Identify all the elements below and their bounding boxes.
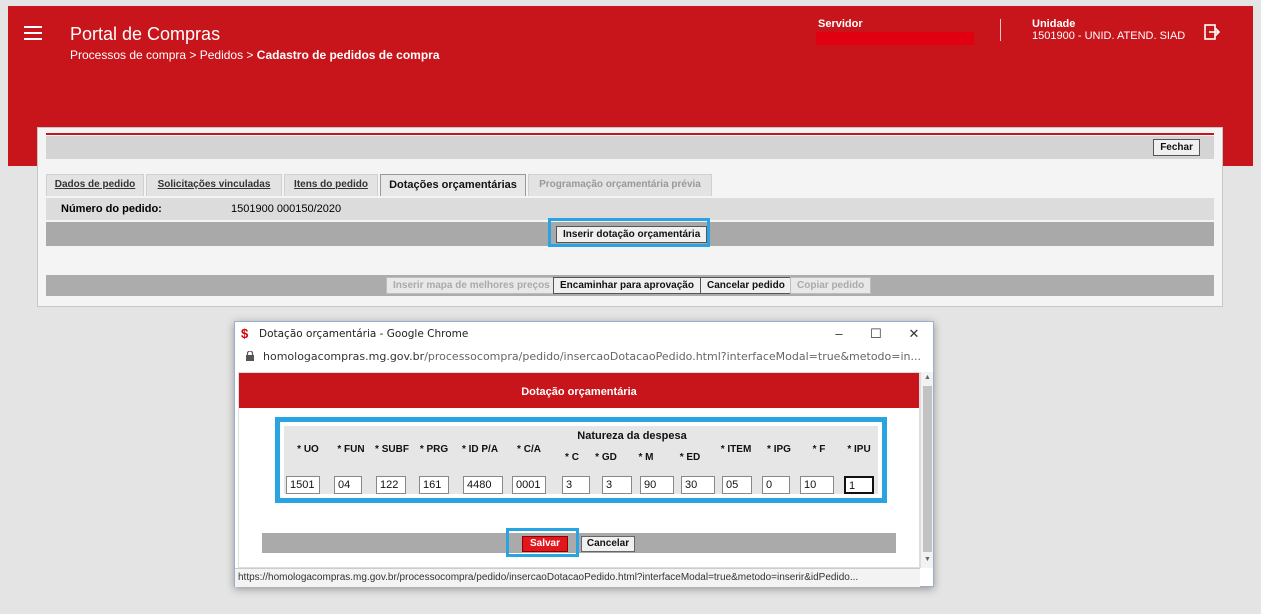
ipu-field[interactable]: 1 <box>844 476 874 494</box>
popup-url[interactable]: homologacompras.mg.gov.br/processocompra… <box>263 350 921 363</box>
col-item-header: * ITEM <box>720 444 752 455</box>
status-url: https://homologacompras.mg.gov.br/proces… <box>235 568 920 587</box>
maximize-icon[interactable]: ☐ <box>867 325 885 343</box>
tab-dados-pedido[interactable]: Dados de pedido <box>46 174 144 196</box>
hamburger-menu-icon[interactable] <box>24 26 42 40</box>
dotacao-table: * UO * FUN * SUBF * PRG * ID P/A * C/A N… <box>284 426 878 494</box>
c-field[interactable]: 3 <box>562 476 590 494</box>
tab-solicitacoes-vinculadas[interactable]: Solicitações vinculadas <box>146 174 282 196</box>
popup-titlebar[interactable]: $ Dotação orçamentária - Google Chrome –… <box>235 322 933 346</box>
fun-field[interactable]: 04 <box>334 476 362 494</box>
close-button[interactable]: Fechar <box>1153 139 1200 156</box>
minimize-icon[interactable]: – <box>830 325 848 343</box>
header-divider <box>1000 19 1001 41</box>
col-ipu-header: * IPU <box>847 444 871 455</box>
modal-action-bar <box>262 533 896 553</box>
server-label: Servidor <box>818 18 863 30</box>
app-title: Portal de Compras <box>70 24 221 44</box>
item-field[interactable]: 05 <box>722 476 752 494</box>
dotacao-table-highlight: * UO * FUN * SUBF * PRG * ID P/A * C/A N… <box>275 417 887 503</box>
url-host: homologacompras.mg.gov.br <box>263 350 425 363</box>
col-m-header: * M <box>638 452 654 463</box>
scrollbar-thumb[interactable] <box>923 386 932 552</box>
col-ed-header: * ED <box>679 452 701 463</box>
url-path: /processocompra/pedido/insercaoDotacaoPe… <box>424 350 922 363</box>
save-button[interactable]: Salvar <box>522 536 568 552</box>
breadcrumb-current: Cadastro de pedidos de compra <box>256 48 440 62</box>
scroll-down-icon[interactable]: ▼ <box>923 556 932 566</box>
f-field[interactable]: 10 <box>800 476 834 494</box>
ed-field[interactable]: 30 <box>681 476 715 494</box>
scroll-up-icon[interactable]: ▲ <box>923 374 932 384</box>
popup-url-bar[interactable]: homologacompras.mg.gov.br/processocompra… <box>235 346 933 368</box>
bottom-action-bar: Inserir mapa de melhores preços Encaminh… <box>46 275 1214 296</box>
popup-scrollbar[interactable]: ▲ ▼ <box>920 372 933 568</box>
col-ca-header: * C/A <box>517 444 541 455</box>
server-value-redacted <box>816 32 974 45</box>
col-c-header: * C <box>565 452 579 463</box>
breadcrumb: Processos de compra > Pedidos > Cadastro… <box>70 48 440 62</box>
popup-content: Dotação orçamentária * UO * FUN * SUBF *… <box>238 372 920 568</box>
app-logo-icon: $ <box>241 326 249 341</box>
order-info-row: Número do pedido: 1501900 000150/2020 <box>46 198 1214 220</box>
col-prg-header: * PRG <box>419 444 449 455</box>
order-number-value: 1501900 000150/2020 <box>231 203 342 215</box>
modal-title: Dotação orçamentária <box>239 373 919 408</box>
tab-dotacoes-orcamentarias[interactable]: Dotações orçamentárias <box>380 174 526 196</box>
order-number-label: Número do pedido: <box>61 203 162 215</box>
col-gd-header: * GD <box>595 452 617 463</box>
col-fun-header: * FUN <box>337 444 365 455</box>
idpa-field[interactable]: 4480 <box>463 476 503 494</box>
breadcrumb-path: Processos de compra > Pedidos > <box>70 48 257 62</box>
m-field[interactable]: 90 <box>640 476 674 494</box>
col-idpa-header: * ID P/A <box>461 444 499 455</box>
cancel-button[interactable]: Cancelar <box>581 536 635 552</box>
panel-toolbar: Fechar <box>46 136 1214 159</box>
lock-icon <box>246 351 254 361</box>
popup-window-title: Dotação orçamentária - Google Chrome <box>259 328 469 340</box>
tab-programacao-orcamentaria-previa: Programação orçamentária prévia <box>528 174 712 196</box>
forward-approval-button[interactable]: Encaminhar para aprovação <box>553 277 701 294</box>
uo-field[interactable]: 1501 <box>286 476 320 494</box>
order-panel: Fechar Dados de pedido Solicitações vinc… <box>37 127 1223 307</box>
col-ipg-header: * IPG <box>767 444 791 455</box>
close-icon[interactable]: ✕ <box>905 325 923 343</box>
ipg-field[interactable]: 0 <box>762 476 790 494</box>
insert-dotacao-highlight <box>548 218 710 247</box>
unit-label: Unidade <box>1032 18 1076 30</box>
col-uo-header: * UO <box>297 444 319 455</box>
logout-icon[interactable] <box>1204 24 1220 40</box>
col-f-header: * F <box>812 444 826 455</box>
cancel-order-button[interactable]: Cancelar pedido <box>700 277 792 294</box>
tab-itens-pedido[interactable]: Itens do pedido <box>284 174 378 196</box>
copy-order-button: Copiar pedido <box>790 277 872 294</box>
panel-top-line <box>46 133 1214 135</box>
gd-field[interactable]: 3 <box>602 476 632 494</box>
ca-field[interactable]: 0001 <box>512 476 546 494</box>
natureza-despesa-header: Natureza da despesa <box>577 430 687 442</box>
subf-field[interactable]: 122 <box>376 476 406 494</box>
unit-value: 1501900 - UNID. ATEND. SIAD <box>1032 30 1186 42</box>
dotacao-popup-window: $ Dotação orçamentária - Google Chrome –… <box>234 321 934 587</box>
prg-field[interactable]: 161 <box>419 476 449 494</box>
col-subf-header: * SUBF <box>375 444 409 455</box>
insert-best-price-map-button: Inserir mapa de melhores preços <box>386 277 557 294</box>
